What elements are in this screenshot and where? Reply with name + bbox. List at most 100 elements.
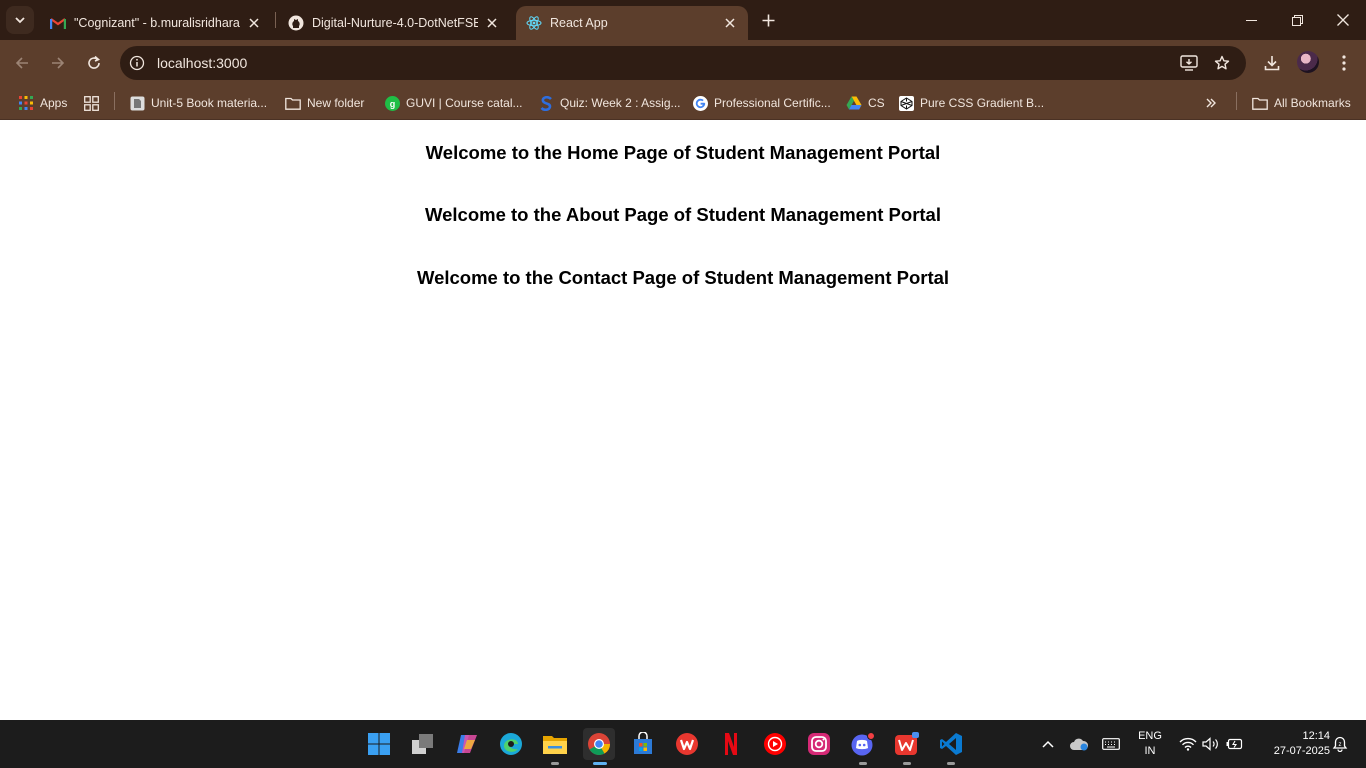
vscode-button[interactable] — [935, 728, 967, 765]
volume-button[interactable] — [1201, 734, 1221, 754]
folder-icon — [285, 95, 301, 111]
bookmarks-separator — [1236, 92, 1237, 110]
arrow-right-icon — [52, 57, 65, 69]
clock-date: 27-07-2025 — [1273, 745, 1330, 757]
chrome-icon — [588, 733, 610, 755]
instagram-icon — [808, 733, 830, 755]
menu-button[interactable] — [1330, 49, 1358, 77]
minimize-button[interactable] — [1228, 0, 1274, 40]
home-heading: Welcome to the Home Page of Student Mana… — [425, 142, 941, 163]
notification-bell-icon: z — [1332, 736, 1348, 752]
battery-icon — [1226, 738, 1243, 750]
gmail-icon — [50, 15, 66, 31]
info-icon — [129, 55, 145, 71]
start-button[interactable] — [363, 728, 395, 760]
profile-avatar[interactable] — [1297, 51, 1319, 73]
drive-icon — [846, 95, 862, 111]
swayam-icon — [538, 95, 554, 111]
netflix-button[interactable] — [715, 728, 747, 760]
contact-heading: Welcome to the Contact Page of Student M… — [416, 267, 950, 288]
youtube-music-button[interactable] — [759, 728, 791, 760]
restore-button[interactable] — [1274, 0, 1320, 40]
language-indicator[interactable]: ENG IN — [1133, 729, 1167, 759]
bookmark-label: Pure CSS Gradient B... — [920, 96, 1045, 110]
chrome-button[interactable] — [583, 728, 615, 765]
store-icon — [634, 732, 652, 754]
apps-grid-icon — [18, 95, 34, 111]
onedrive-tray-button[interactable] — [1069, 734, 1089, 754]
star-icon — [1214, 55, 1230, 70]
bookmark-apps[interactable]: Apps — [18, 92, 67, 114]
taskbar: ENG IN 12:14 27-07-2025 z — [0, 720, 1366, 768]
tab-groups-icon — [83, 95, 99, 111]
guvi-icon: g — [384, 95, 400, 111]
install-icon — [1180, 55, 1198, 71]
close-window-button[interactable] — [1320, 0, 1366, 40]
browser-toolbar: localhost:3000 — [0, 40, 1366, 86]
close-icon — [1337, 14, 1349, 26]
bookmark-quiz-week2[interactable]: Quiz: Week 2 : Assig... — [538, 92, 681, 114]
bookmark-label: Unit-5 Book materia... — [151, 96, 268, 110]
language-code: ENG — [1138, 730, 1162, 742]
bookmark-cs[interactable]: CS — [846, 92, 885, 114]
youtube-music-icon — [764, 733, 786, 755]
edge-button[interactable] — [495, 728, 527, 760]
show-hidden-icons-button[interactable] — [1038, 734, 1058, 754]
new-tab-button[interactable] — [756, 8, 780, 32]
discord-button[interactable] — [847, 728, 879, 765]
clock-time: 12:14 — [1302, 730, 1330, 742]
close-icon[interactable] — [484, 15, 500, 31]
close-icon[interactable] — [722, 15, 738, 31]
reload-icon — [88, 55, 100, 69]
react-icon — [526, 15, 542, 31]
tab-search-button[interactable] — [6, 6, 34, 34]
edge-icon — [500, 733, 522, 755]
tab-github[interactable]: Digital-Nurture-4.0-DotNetFSE/ — [278, 6, 510, 40]
tab-gmail[interactable]: "Cognizant" - b.muralisridharan — [40, 6, 272, 40]
file-explorer-icon — [543, 736, 567, 754]
task-view-button[interactable] — [407, 728, 439, 760]
bookmark-label: GUVI | Course catal... — [406, 96, 523, 110]
running-indicator — [593, 762, 607, 765]
running-indicator — [551, 762, 559, 765]
tab-title: Digital-Nurture-4.0-DotNetFSE/ — [312, 16, 478, 30]
back-button[interactable] — [8, 49, 36, 77]
wps-button[interactable] — [671, 728, 703, 760]
close-icon[interactable] — [246, 15, 262, 31]
bookmark-professional-certificate[interactable]: Professional Certific... — [692, 92, 831, 114]
tab-strip: "Cognizant" - b.muralisridharan Digital-… — [0, 0, 1366, 40]
bookmark-guvi[interactable]: g GUVI | Course catal... — [384, 92, 523, 114]
bookmark-pure-css-gradient[interactable]: Pure CSS Gradient B... — [898, 92, 1044, 114]
notifications-button[interactable]: z — [1330, 734, 1350, 754]
install-app-button[interactable] — [1177, 51, 1201, 75]
tab-title: "Cognizant" - b.muralisridharan — [74, 16, 240, 30]
keyboard-icon — [1102, 738, 1120, 750]
bookmark-star-button[interactable] — [1210, 51, 1234, 75]
bookmark-new-folder[interactable]: New folder — [285, 92, 364, 114]
tab-react-app[interactable]: React App — [516, 6, 748, 40]
bookmark-unit5-book[interactable]: Unit-5 Book materia... — [129, 92, 267, 114]
book-icon — [129, 95, 145, 111]
wps-office-button[interactable] — [891, 728, 923, 765]
store-button[interactable] — [627, 728, 659, 760]
tab-groups-button[interactable] — [83, 92, 105, 114]
forward-button[interactable] — [44, 49, 72, 77]
battery-button[interactable] — [1225, 734, 1245, 754]
downloads-button[interactable] — [1258, 49, 1286, 77]
url-text[interactable]: localhost:3000 — [157, 55, 247, 71]
more-bookmarks-button[interactable] — [1203, 92, 1225, 114]
site-info-button[interactable] — [125, 51, 149, 75]
bookmark-label: Apps — [40, 96, 68, 110]
instagram-button[interactable] — [803, 728, 835, 760]
region-code: IN — [1144, 745, 1156, 757]
reload-button[interactable] — [80, 49, 108, 77]
chevron-down-icon — [15, 17, 25, 24]
file-explorer-button[interactable] — [539, 728, 571, 765]
clock[interactable]: 12:14 27-07-2025 — [1254, 729, 1330, 759]
touch-keyboard-button[interactable] — [1101, 734, 1121, 754]
wifi-button[interactable] — [1178, 734, 1198, 754]
address-bar[interactable]: localhost:3000 — [120, 46, 1246, 80]
all-bookmarks-button[interactable]: All Bookmarks — [1252, 92, 1351, 114]
task-view-icon — [412, 734, 433, 754]
copilot-button[interactable] — [451, 728, 483, 760]
